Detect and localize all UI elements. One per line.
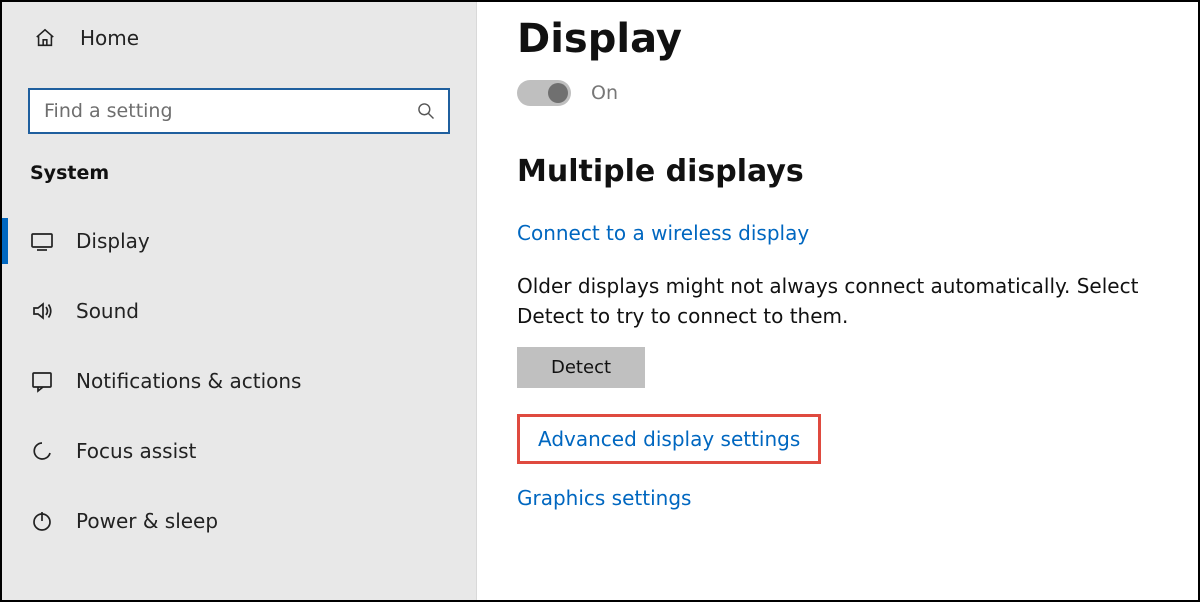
detect-button[interactable]: Detect — [517, 347, 645, 388]
sidebar-item-label: Notifications & actions — [76, 369, 301, 393]
toggle-switch[interactable] — [517, 80, 571, 106]
category-heading: System — [2, 160, 476, 206]
power-icon — [30, 509, 54, 533]
sidebar-item-power-sleep[interactable]: Power & sleep — [2, 486, 476, 556]
settings-sidebar: Home System Display Sound — [2, 2, 477, 600]
display-icon — [30, 229, 54, 253]
page-title: Display — [517, 16, 1158, 62]
advanced-display-settings-link[interactable]: Advanced display settings — [538, 427, 800, 451]
toggle-thumb — [548, 83, 568, 103]
wireless-display-link[interactable]: Connect to a wireless display — [517, 221, 809, 245]
toggle-row: On — [517, 80, 1158, 106]
graphics-settings-link[interactable]: Graphics settings — [517, 486, 691, 510]
search-input[interactable] — [28, 88, 450, 134]
sidebar-item-notifications[interactable]: Notifications & actions — [2, 346, 476, 416]
sidebar-item-label: Display — [76, 229, 150, 253]
older-displays-text: Older displays might not always connect … — [517, 271, 1158, 331]
sidebar-item-focus-assist[interactable]: Focus assist — [2, 416, 476, 486]
home-icon — [34, 27, 56, 49]
sound-icon — [30, 299, 54, 323]
main-content: Display On Multiple displays Connect to … — [477, 2, 1198, 600]
sidebar-item-sound[interactable]: Sound — [2, 276, 476, 346]
multiple-displays-heading: Multiple displays — [517, 154, 1158, 189]
sidebar-item-label: Sound — [76, 299, 139, 323]
toggle-state-label: On — [591, 82, 618, 104]
notifications-icon — [30, 369, 54, 393]
sidebar-item-label: Focus assist — [76, 439, 196, 463]
home-nav[interactable]: Home — [2, 8, 476, 68]
search-container — [28, 88, 450, 134]
sidebar-item-label: Power & sleep — [76, 509, 218, 533]
highlight-annotation: Advanced display settings — [517, 414, 821, 464]
focus-assist-icon — [30, 439, 54, 463]
search-icon — [416, 101, 436, 121]
home-label: Home — [80, 26, 139, 50]
sidebar-item-display[interactable]: Display — [2, 206, 476, 276]
